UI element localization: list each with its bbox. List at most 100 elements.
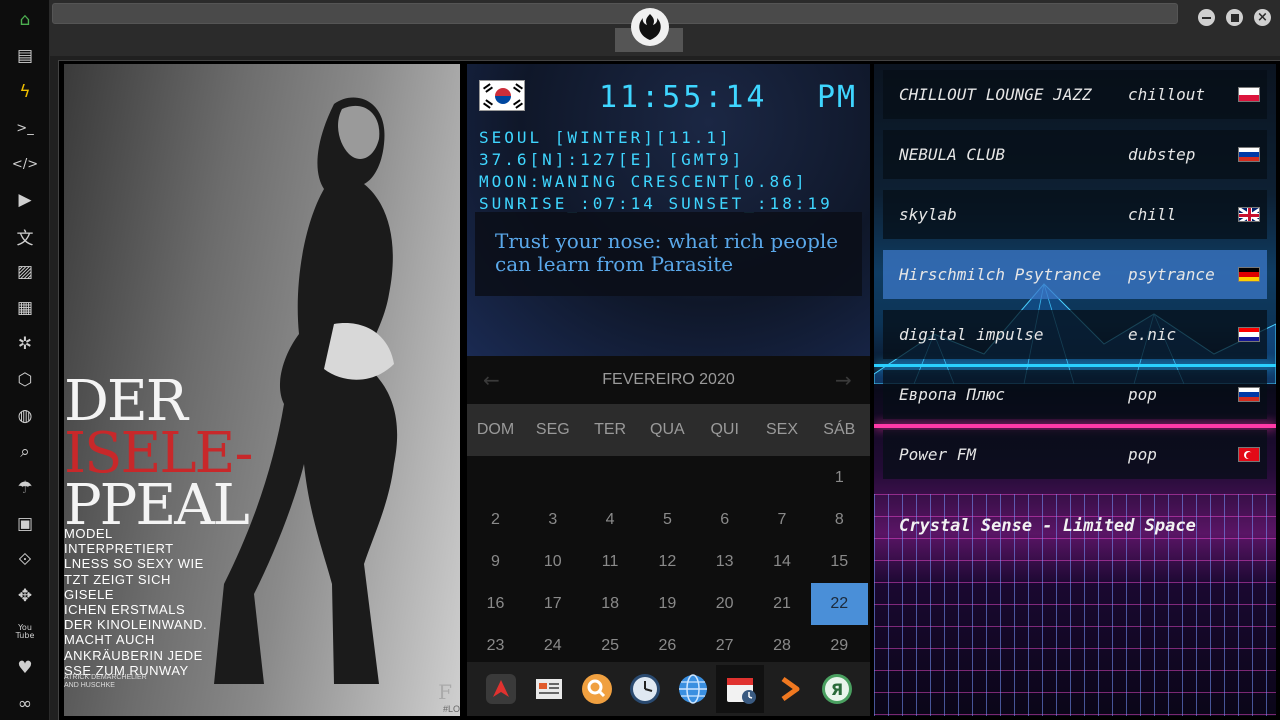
terminal-icon[interactable]: >_: [13, 116, 37, 140]
clock-moon-phase: MOON:WANING CRESCENT[0.86]: [479, 172, 808, 191]
radio-station-row[interactable]: NEBULA CLUB dubstep: [883, 130, 1267, 179]
search-icon[interactable]: ⌕: [13, 440, 37, 464]
rebel-alliance-icon[interactable]: [631, 8, 669, 46]
weekday-header: QUI: [710, 421, 739, 438]
document-icon[interactable]: ▤: [13, 44, 37, 68]
minimize-button[interactable]: [1198, 9, 1215, 26]
calendar-day[interactable]: 9: [467, 541, 524, 583]
radio-station-row[interactable]: Европа Плюс pop: [883, 370, 1267, 419]
clock-ampm: PM: [817, 80, 858, 115]
station-name: digital impulse: [899, 325, 1044, 344]
magazine-body-text: MODEL INTERPRETIERT LNESS SO SEXY WIE TZT …: [64, 526, 224, 678]
magazine-image: DER ISELE- PPEAL MODEL INTERPRETIERT LNES…: [64, 64, 460, 716]
calendar-day[interactable]: 21: [754, 583, 811, 625]
home-icon[interactable]: ⌂: [13, 8, 37, 32]
weekday-header: QUA: [650, 421, 685, 438]
news-headline-card[interactable]: Trust your nose: what rich people can le…: [475, 212, 862, 296]
station-genre: pop: [1128, 445, 1157, 464]
station-name: Power FM: [899, 445, 977, 464]
translate-icon[interactable]: 文: [13, 224, 37, 249]
calendar-day[interactable]: 19: [639, 583, 696, 625]
calendar-day[interactable]: 25: [582, 625, 639, 667]
calendar-day[interactable]: 3: [524, 499, 581, 541]
calendar-widget: FEVEREIRO 2020 ← → DOM SEG TER QUA QUI SEX SÁB…: [467, 356, 870, 662]
station-genre: dubstep: [1128, 145, 1196, 164]
maximize-button[interactable]: [1226, 9, 1243, 26]
heart-icon[interactable]: ♥: [13, 656, 37, 680]
magazine-corner-mark: F: [438, 680, 452, 704]
contact-icon[interactable]: ▣: [13, 512, 37, 536]
calendar-day[interactable]: 1: [811, 457, 868, 499]
photo-credit: ATRICK DEMARCHELIER AND HUSCHKE: [64, 674, 147, 690]
clock-time: 11:55:14: [599, 80, 768, 115]
cloud-icon[interactable]: ∞: [13, 692, 37, 716]
weekday-header: SEX: [765, 421, 798, 438]
magazine-body-line: TZT ZEIGT SICH GISELE: [64, 571, 171, 602]
radio-station-row[interactable]: Hirschmilch Psytrance psytrance: [883, 250, 1267, 299]
station-genre: chill: [1128, 205, 1177, 224]
calendar-day[interactable]: 2: [467, 499, 524, 541]
radio-station-row[interactable]: skylab chill: [883, 190, 1267, 239]
calendar-day[interactable]: 27: [696, 625, 753, 667]
calendar-day[interactable]: 24: [524, 625, 581, 667]
search-app-icon[interactable]: [580, 672, 614, 706]
calendar-day-selected[interactable]: 22: [810, 583, 868, 625]
weekday-header: SÁB: [823, 421, 856, 438]
hexagon-icon[interactable]: ⬡: [13, 368, 37, 392]
radio-station-row[interactable]: Power FM pop: [883, 430, 1267, 479]
news-app-icon[interactable]: [532, 672, 566, 706]
calendar-day[interactable]: 23: [467, 625, 524, 667]
calendar-day[interactable]: 26: [639, 625, 696, 667]
address-bar[interactable]: [52, 3, 1178, 24]
play-icon[interactable]: ▶: [13, 188, 37, 212]
station-genre: pop: [1128, 385, 1157, 404]
calendar-day[interactable]: 28: [754, 625, 811, 667]
calendar-day[interactable]: 13: [696, 541, 753, 583]
browser-globe-icon[interactable]: [676, 672, 710, 706]
calendar-day[interactable]: 8: [811, 499, 868, 541]
calendar-day[interactable]: 6: [696, 499, 753, 541]
magazine-body-line: ICHEN ERSTMALS: [64, 602, 186, 618]
station-name: Европа Плюс: [899, 385, 1005, 404]
rebel-icon[interactable]: ✲: [13, 332, 37, 356]
calendar-month-label: FEVEREIRO 2020: [602, 371, 735, 388]
globe-icon[interactable]: ◍: [13, 404, 37, 428]
calendar-day[interactable]: 4: [582, 499, 639, 541]
newspaper-icon[interactable]: ▦: [13, 296, 37, 320]
umbrella-icon[interactable]: ☂: [13, 476, 37, 500]
forward-arrow-icon[interactable]: [772, 672, 806, 706]
calendar-day[interactable]: 14: [754, 541, 811, 583]
close-button[interactable]: ×: [1254, 9, 1271, 26]
calendar-day[interactable]: 7: [754, 499, 811, 541]
news-headline[interactable]: Trust your nose: what rich people can le…: [495, 229, 838, 276]
calendar-day[interactable]: 18: [582, 583, 639, 625]
calendar-prev-button[interactable]: ←: [483, 368, 500, 392]
launcher-icon[interactable]: [484, 672, 518, 706]
link-icon[interactable]: ⟐: [13, 548, 37, 572]
calendar-day[interactable]: 5: [639, 499, 696, 541]
youtube-icon[interactable]: You Tube: [13, 620, 37, 644]
radio-station-row[interactable]: digital impulse e.nic: [883, 310, 1267, 359]
magazine-body-line: ANKRÄUBERIN JEDE: [64, 647, 203, 663]
calendar-day[interactable]: 10: [524, 541, 581, 583]
calendar-day[interactable]: 20: [696, 583, 753, 625]
code-icon[interactable]: </>: [12, 152, 38, 176]
magazine-body-line: DER KINOLEINWAND.: [64, 617, 208, 633]
calendar-day[interactable]: 29: [811, 625, 868, 667]
calendar-day[interactable]: 17: [524, 583, 581, 625]
weekday-header: TER: [594, 421, 627, 438]
gb-flag-icon: [1238, 207, 1260, 222]
magenta-glow-line: [874, 424, 1276, 428]
yandex-icon[interactable]: Я: [820, 672, 854, 706]
calendar-next-button[interactable]: →: [835, 368, 852, 392]
image-icon[interactable]: ▨: [13, 260, 37, 284]
expand-icon[interactable]: ✥: [13, 584, 37, 608]
lightning-icon[interactable]: ϟ: [13, 80, 37, 104]
radio-station-row[interactable]: CHILLOUT LOUNGE JAZZ chillout: [883, 70, 1267, 119]
calendar-day[interactable]: 15: [811, 541, 868, 583]
calendar-day[interactable]: 12: [639, 541, 696, 583]
calendar-day[interactable]: 11: [582, 541, 639, 583]
calendar-day[interactable]: 16: [467, 583, 524, 625]
clock-app-icon[interactable]: [628, 672, 662, 706]
calendar-app-icon[interactable]: [724, 672, 758, 706]
